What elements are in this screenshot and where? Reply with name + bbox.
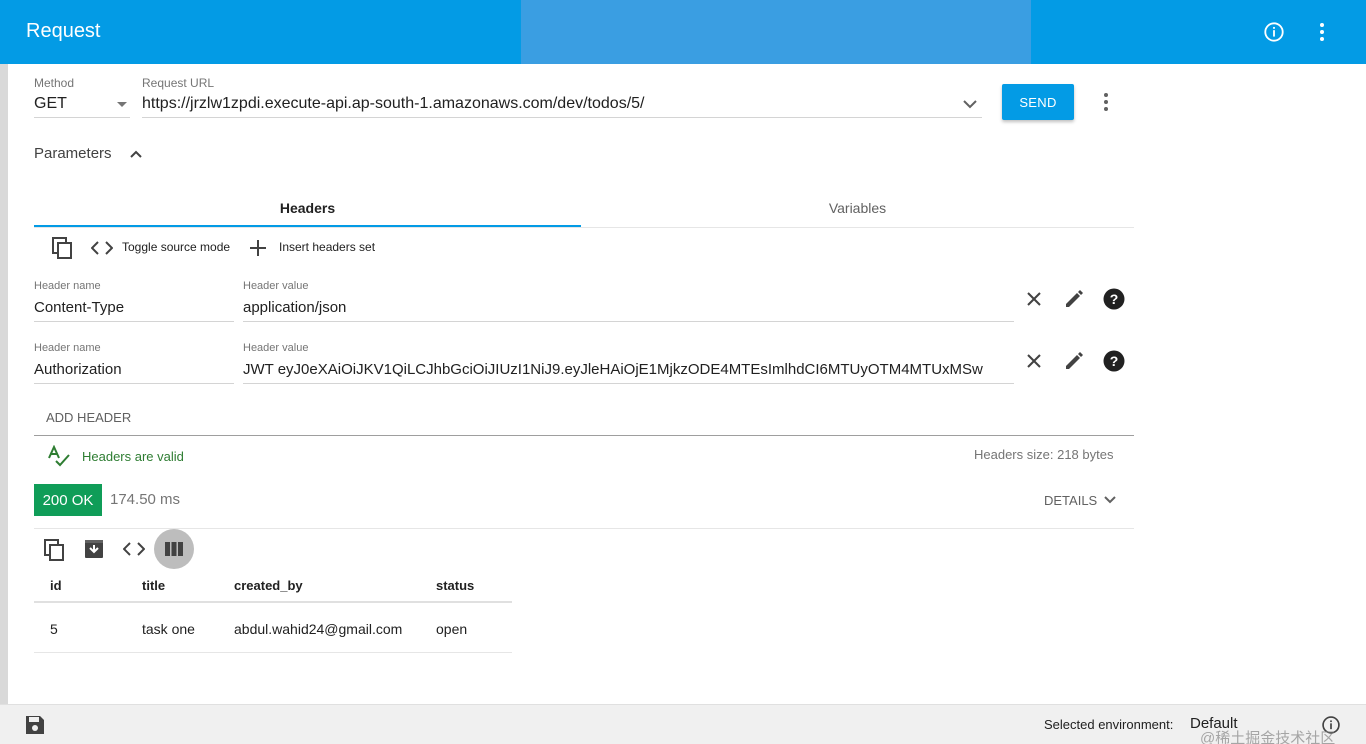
- edit-icon[interactable]: [1063, 288, 1085, 310]
- table-row-divider: [34, 652, 512, 653]
- header-value-underline: [243, 383, 1014, 384]
- page-title: Request: [26, 20, 101, 42]
- table-header-divider: [34, 601, 512, 603]
- header-name-underline: [34, 321, 234, 322]
- spellcheck-icon: [46, 444, 72, 468]
- watermark: @稀土掘金技术社区: [1200, 730, 1336, 744]
- add-header-divider: [34, 435, 1134, 436]
- help-icon[interactable]: ?: [1103, 350, 1125, 372]
- tab-indicator: [34, 225, 581, 227]
- add-header-button[interactable]: ADD HEADER: [46, 410, 131, 425]
- save-file-icon[interactable]: [82, 538, 106, 560]
- more-vert-icon[interactable]: [1310, 20, 1334, 44]
- code-icon[interactable]: [90, 238, 114, 258]
- request-more-icon[interactable]: [1094, 90, 1118, 114]
- add-icon[interactable]: [248, 238, 268, 258]
- copy-icon[interactable]: [50, 236, 74, 260]
- toggle-source-mode[interactable]: Toggle source mode: [122, 240, 230, 254]
- header-value-label: Header value: [243, 342, 309, 354]
- svg-text:?: ?: [1110, 353, 1119, 369]
- table-cell-status: open: [436, 621, 468, 637]
- method-label: Method: [34, 76, 75, 90]
- dropdown-arrow-icon[interactable]: [116, 99, 128, 111]
- table-cell-title: task one: [142, 621, 195, 637]
- edit-icon[interactable]: [1063, 350, 1085, 372]
- tab-divider: [34, 227, 1134, 228]
- header-value-input[interactable]: JWT eyJ0eXAiOiJKV1QiLCJhbGciOiJIUzI1NiJ9…: [243, 361, 1014, 378]
- header-value-label: Header value: [243, 280, 309, 292]
- info-icon[interactable]: [1262, 20, 1286, 44]
- details-button[interactable]: DETAILS: [1044, 493, 1097, 508]
- status-bar: Selected environment: Default @稀土掘金技术社区: [0, 704, 1366, 744]
- header-name-underline: [34, 383, 234, 384]
- header-name-input[interactable]: Content-Type: [34, 299, 124, 316]
- send-button[interactable]: SEND: [1002, 84, 1074, 120]
- app-bar-highlight: [521, 0, 1031, 64]
- headers-valid-text: Headers are valid: [82, 449, 184, 464]
- tab-headers[interactable]: Headers: [34, 190, 581, 226]
- chevron-down-icon[interactable]: [960, 94, 980, 114]
- app-bar: Request: [0, 0, 1366, 64]
- parameters-toggle[interactable]: Parameters: [34, 145, 112, 162]
- table-cell-created-by: abdul.wahid24@gmail.com: [234, 621, 403, 637]
- help-icon[interactable]: ?: [1103, 288, 1125, 310]
- method-select[interactable]: GET: [34, 95, 67, 113]
- url-label: Request URL: [142, 76, 215, 90]
- svg-text:?: ?: [1110, 291, 1119, 307]
- chevron-up-icon[interactable]: [126, 146, 146, 162]
- url-underline: [142, 117, 982, 118]
- table-cell-id: 5: [50, 621, 58, 637]
- headers-size-text: Headers size: 218 bytes: [974, 447, 1114, 462]
- table-view-icon[interactable]: [154, 529, 194, 569]
- header-value-underline: [243, 321, 1014, 322]
- tab-variables[interactable]: Variables: [581, 190, 1134, 226]
- copy-icon[interactable]: [42, 538, 66, 562]
- response-divider: [34, 528, 1134, 529]
- column-header-title: title: [142, 578, 166, 593]
- column-header-status: status: [436, 578, 475, 593]
- method-underline: [34, 117, 130, 118]
- header-name-label: Header name: [34, 342, 101, 354]
- insert-headers-set[interactable]: Insert headers set: [279, 240, 375, 254]
- response-time: 174.50 ms: [110, 491, 181, 508]
- column-header-id: id: [50, 578, 62, 593]
- environment-label: Selected environment:: [1044, 717, 1174, 732]
- status-badge: 200 OK: [34, 484, 102, 516]
- close-icon[interactable]: [1024, 351, 1044, 371]
- chevron-down-icon[interactable]: [1102, 493, 1118, 507]
- close-icon[interactable]: [1024, 289, 1044, 309]
- url-input[interactable]: https://jrzlw1zpdi.execute-api.ap-south-…: [142, 95, 952, 113]
- header-name-input[interactable]: Authorization: [34, 361, 122, 378]
- header-value-input[interactable]: application/json: [243, 299, 1014, 316]
- left-edge: [0, 64, 8, 704]
- header-name-label: Header name: [34, 280, 101, 292]
- column-header-created-by: created_by: [234, 578, 303, 593]
- code-icon[interactable]: [122, 540, 146, 558]
- save-icon[interactable]: [24, 715, 46, 735]
